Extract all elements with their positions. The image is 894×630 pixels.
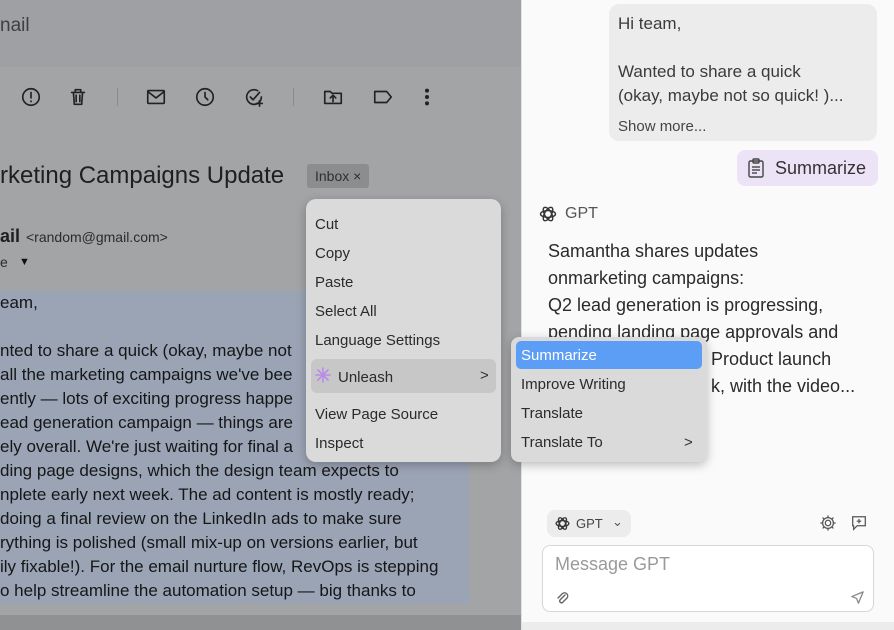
label-icon[interactable] <box>372 86 394 108</box>
model-selector-label: GPT <box>576 516 603 531</box>
response-line: onmarketing campaigns: <box>548 268 745 288</box>
response-line: Q2 lead generation is progressing, <box>548 295 824 315</box>
menu-item-language-settings[interactable]: Language Settings <box>315 332 440 349</box>
email-body-line: eam, <box>0 293 38 312</box>
email-body-line: ily fixable!). For the email nurture flo… <box>0 557 439 576</box>
submenu-item-translate[interactable]: Translate <box>521 405 583 422</box>
toolbar-separator <box>117 88 118 106</box>
chevron-right-icon: > <box>684 434 693 451</box>
menu-item-unleash-label: Unleash <box>338 369 394 386</box>
email-body-line: doing a final review on the LinkedIn ads… <box>0 509 402 528</box>
menu-item-inspect[interactable]: Inspect <box>315 435 363 452</box>
submenu-item-improve-writing[interactable]: Improve Writing <box>521 376 626 393</box>
bottom-bar <box>0 615 521 630</box>
submenu-item-summarize[interactable]: Summarize <box>521 347 597 364</box>
menu-item-paste[interactable]: Paste <box>315 274 353 291</box>
gpt-logo-icon <box>555 517 570 530</box>
snooze-icon[interactable] <box>194 86 216 108</box>
model-selector[interactable]: GPT ⌄ <box>547 510 631 537</box>
email-body-line: ding page designs, which the design team… <box>0 461 399 480</box>
submenu-item-translate-to[interactable]: Translate To <box>521 434 603 451</box>
response-line: k, with the video... <box>711 376 856 396</box>
panel-bottom-edge <box>522 622 894 630</box>
menu-item-view-page-source[interactable]: View Page Source <box>315 406 438 423</box>
gmail-title: nail <box>0 15 30 36</box>
email-body-line: rything is polished (small mix-up on ver… <box>0 533 418 552</box>
recipient-caret-icon[interactable]: ▼ <box>19 256 30 268</box>
new-chat-icon[interactable] <box>850 514 868 532</box>
more-vert-icon[interactable] <box>416 86 438 108</box>
email-body-line: o help streamline the automation setup —… <box>0 581 416 600</box>
email-body-line: all the marketing campaigns we've bee <box>0 365 293 384</box>
email-body-line: nted to share a quick (okay, maybe not <box>0 341 292 360</box>
move-to-icon[interactable] <box>322 86 344 108</box>
email-body-line: ently — lots of exciting progress happe <box>0 389 293 408</box>
email-subject: rketing Campaigns Update <box>0 162 285 189</box>
message-input[interactable] <box>555 554 855 575</box>
toolbar-separator <box>293 88 294 106</box>
report-spam-icon[interactable] <box>20 86 42 108</box>
recipient-line: e <box>0 254 8 270</box>
paperclip-icon[interactable] <box>555 590 569 606</box>
sender-email: <random@gmail.com> <box>26 229 168 245</box>
sender-name: ail <box>0 226 21 246</box>
response-line: Product launch <box>711 349 832 369</box>
send-icon[interactable] <box>850 590 865 605</box>
menu-item-cut[interactable]: Cut <box>315 216 338 233</box>
add-task-icon[interactable] <box>243 86 265 108</box>
message-input-box <box>542 545 874 612</box>
mark-unread-icon[interactable] <box>145 86 167 108</box>
menu-item-copy[interactable]: Copy <box>315 245 350 262</box>
menu-item-select-all[interactable]: Select All <box>315 303 377 320</box>
inbox-label-badge[interactable]: Inbox × <box>307 164 370 188</box>
delete-icon[interactable] <box>67 86 89 108</box>
chevron-right-icon: > <box>480 367 489 384</box>
email-body-line: nplete early next week. The ad content i… <box>0 485 415 504</box>
chevron-down-icon: ⌄ <box>612 514 623 529</box>
unleash-submenu: Summarize Improve Writing Translate Tran… <box>511 337 707 462</box>
context-menu: Cut Copy Paste Select All Language Setti… <box>306 199 501 462</box>
gpt-side-panel: Hi team, Wanted to share a quick (okay, … <box>521 0 894 630</box>
sparkle-icon <box>315 367 331 383</box>
response-line: Samantha shares updates <box>548 241 759 261</box>
gear-icon[interactable] <box>819 514 837 532</box>
email-body-line: ely overall. We're just waiting for fina… <box>0 437 294 456</box>
email-body-line: ead generation campaign — things are <box>0 413 293 432</box>
